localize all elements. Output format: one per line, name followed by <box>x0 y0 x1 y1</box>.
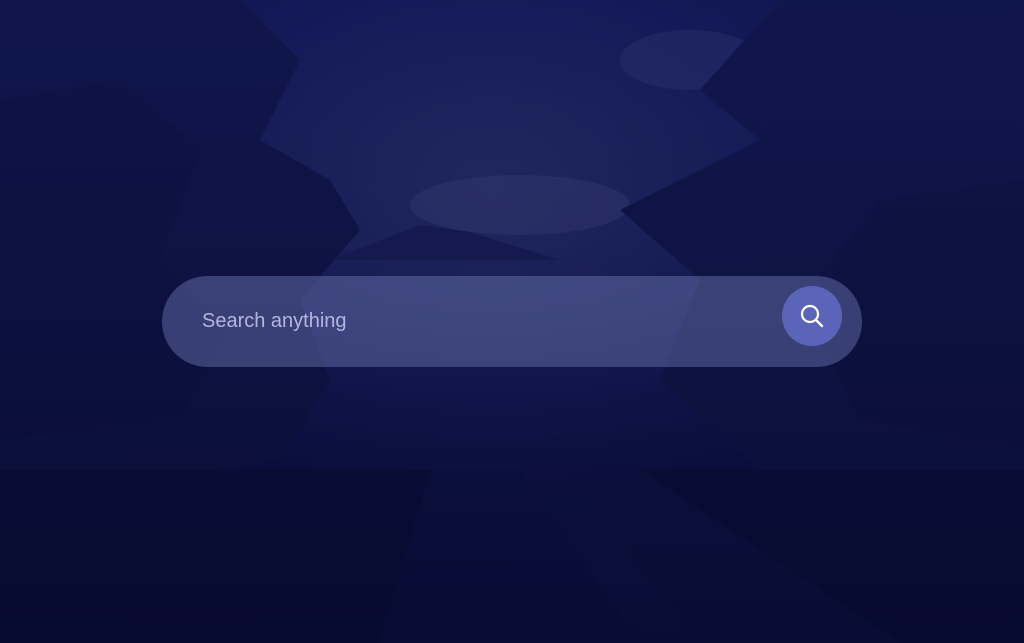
search-button[interactable] <box>782 286 842 346</box>
search-input[interactable] <box>202 276 762 367</box>
search-icon <box>800 304 824 328</box>
search-bar <box>162 276 862 367</box>
page-background <box>0 0 1024 643</box>
